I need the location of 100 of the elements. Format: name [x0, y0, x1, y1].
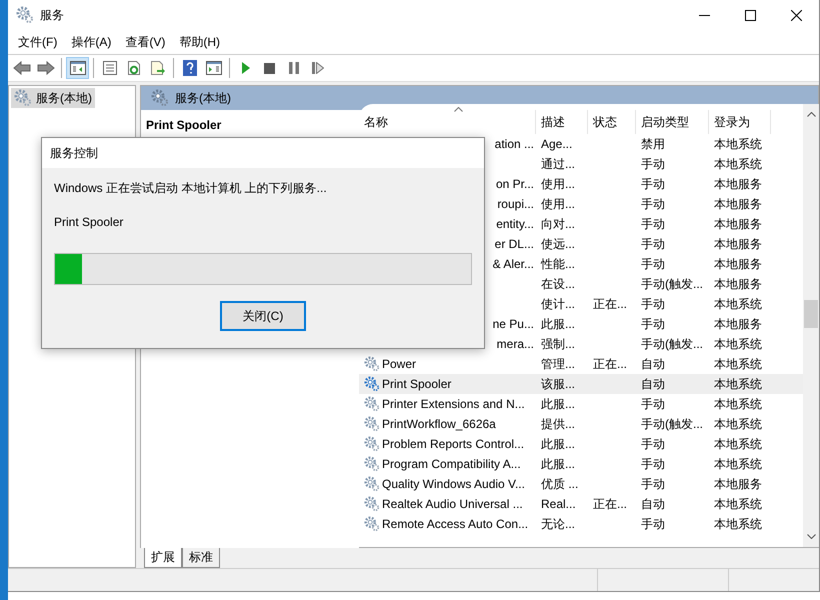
startup-type-cell: 手动(触发... [641, 276, 703, 292]
log-on-cell: 本地服务 [714, 316, 762, 332]
description-cell: 通过... [541, 156, 576, 172]
service-name: roupi... [497, 197, 534, 211]
service-name: ation ... [494, 137, 534, 151]
startup-type-cell: 自动 [641, 496, 665, 512]
column-header[interactable]: 登录为 [709, 110, 771, 134]
scrollbar[interactable] [803, 104, 819, 547]
log-on-cell: 本地系统 [714, 156, 762, 172]
column-header[interactable]: 名称 [359, 110, 536, 134]
resume-icon [312, 62, 324, 74]
gear-icon [16, 6, 34, 24]
description-cell: 优质 ... [541, 476, 578, 492]
service-name: Print Spooler [382, 377, 452, 391]
service-name: Quality Windows Audio V... [382, 477, 525, 491]
menu-item[interactable]: 查看(V) [119, 32, 172, 52]
description-cell: 此服... [541, 456, 576, 472]
service-name: Problem Reports Control... [382, 437, 524, 451]
table-row[interactable]: Quality Windows Audio V... 优质 ... 手动 本地服务 [359, 474, 803, 494]
description-cell: 使用... [541, 176, 576, 192]
table-row[interactable]: Problem Reports Control... 此服... 手动 本地系统 [359, 434, 803, 454]
log-on-cell: 本地服务 [714, 276, 762, 292]
log-on-cell: 本地系统 [714, 456, 762, 472]
description-cell: 该服... [541, 376, 576, 392]
description-cell: 提供... [541, 416, 576, 432]
log-on-cell: 本地服务 [714, 176, 762, 192]
console-tree-button[interactable] [66, 57, 89, 79]
tree-item[interactable]: 服务(本地) [11, 88, 95, 108]
table-row[interactable]: Print Spooler 该服... 自动 本地系统 [359, 374, 803, 394]
startup-type-cell: 手动(触发... [641, 336, 703, 352]
description-cell: 此服... [541, 396, 576, 412]
log-on-cell: 本地系统 [714, 356, 762, 372]
startup-type-cell: 手动 [641, 396, 665, 412]
service-name: & Aler... [492, 257, 534, 271]
startup-type-cell: 手动 [641, 476, 665, 492]
document-icon [102, 60, 118, 76]
close-icon [790, 10, 802, 20]
service-name: Power [382, 357, 416, 371]
column-header[interactable]: 状态 [588, 110, 636, 134]
description-cell: 此服... [541, 436, 576, 452]
gear-icon [14, 89, 32, 107]
table-row[interactable]: Power 管理... 正在... 自动 本地系统 [359, 354, 803, 374]
play-icon [240, 62, 250, 74]
service-name: PrintWorkflow_6626a [382, 417, 496, 431]
description-cell: 使用... [541, 196, 576, 212]
log-on-cell: 本地系统 [714, 436, 762, 452]
dialog-message: Windows 正在尝试启动 本地计算机 上的下列服务... [54, 180, 328, 197]
gear-icon [151, 89, 169, 107]
status-cell: 正在... [593, 496, 628, 512]
log-on-cell: 本地系统 [714, 136, 762, 152]
log-on-cell: 本地系统 [714, 376, 762, 392]
startup-type-cell: 手动 [641, 156, 665, 172]
startup-type-cell: 手动 [641, 216, 665, 232]
stop-icon [264, 62, 275, 74]
scroll-down-icon [806, 534, 816, 539]
log-on-cell: 本地服务 [714, 256, 762, 272]
menu-item[interactable]: 文件(F) [12, 32, 64, 52]
scrollbar-thumb[interactable] [804, 300, 818, 328]
column-header[interactable]: 启动类型 [636, 110, 709, 134]
description-cell: 使远... [541, 236, 576, 252]
panel-icon [206, 61, 222, 75]
startup-type-cell: 手动 [641, 436, 665, 452]
startup-type-cell: 手动 [641, 236, 665, 252]
log-on-cell: 本地服务 [714, 196, 762, 212]
menu-item[interactable]: 帮助(H) [173, 32, 226, 52]
view-tab[interactable]: 扩展 [144, 548, 182, 568]
table-row[interactable]: Printer Extensions and N... 此服... 手动 本地系统 [359, 394, 803, 414]
window-title: 服务 [40, 6, 64, 24]
table-row[interactable]: Program Compatibility A... 此服... 手动 本地系统 [359, 454, 803, 474]
pane-title: 服务(本地) [175, 90, 231, 106]
dialog-title: 服务控制 [50, 144, 98, 162]
startup-type-cell: 手动 [641, 456, 665, 472]
service-name: entity... [496, 217, 534, 231]
description-cell: Age... [541, 137, 572, 151]
service-name: mera... [496, 337, 534, 351]
log-on-cell: 本地系统 [714, 416, 762, 432]
description-cell: 管理... [541, 356, 576, 372]
maximize-icon [744, 10, 756, 20]
description-cell: 性能... [541, 256, 576, 272]
panel-icon [70, 61, 86, 75]
export-icon [150, 60, 166, 76]
column-header[interactable]: 描述 [536, 110, 588, 134]
table-row[interactable]: Remote Access Auto Con... 无论... 手动 本地系统 [359, 514, 803, 534]
log-on-cell: 本地服务 [714, 236, 762, 252]
view-tab[interactable]: 标准 [182, 548, 220, 568]
sort-caret-icon [454, 107, 463, 112]
startup-type-cell: 禁用 [641, 136, 665, 152]
menu-item[interactable]: 操作(A) [65, 32, 118, 52]
table-row[interactable]: PrintWorkflow_6626a 提供... 手动(触发... 本地系统 [359, 414, 803, 434]
status-cell: 正在... [593, 296, 628, 312]
refresh-icon [126, 60, 142, 76]
close-button[interactable]: 关闭(C) [220, 301, 306, 331]
log-on-cell: 本地系统 [714, 296, 762, 312]
scroll-up-icon [806, 112, 816, 117]
log-on-cell: 本地系统 [714, 496, 762, 512]
description-cell: 使计... [541, 296, 576, 312]
startup-type-cell: 手动 [641, 176, 665, 192]
service-name: Printer Extensions and N... [382, 397, 525, 411]
table-row[interactable]: Realtek Audio Universal ... Real... 正在... 自动 本地系统 [359, 494, 803, 514]
startup-type-cell: 手动(触发... [641, 416, 703, 432]
